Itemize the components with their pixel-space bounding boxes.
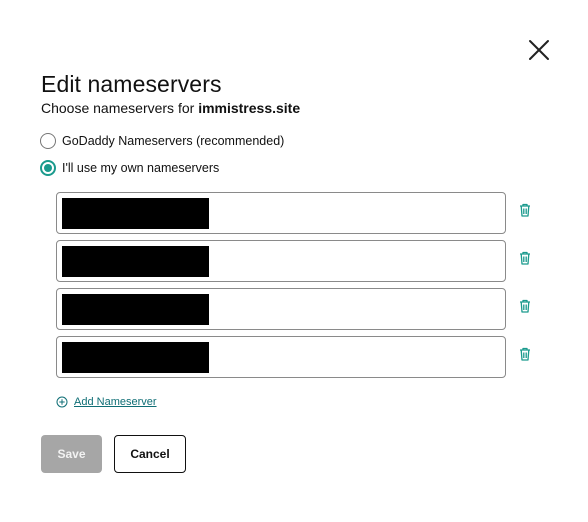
radio-button-unchecked[interactable] bbox=[40, 133, 56, 149]
radio-button-checked[interactable] bbox=[40, 160, 56, 176]
trash-icon[interactable] bbox=[517, 346, 533, 362]
nameserver-field-2[interactable] bbox=[56, 240, 506, 282]
trash-icon[interactable] bbox=[517, 250, 533, 266]
nameserver-field-4[interactable] bbox=[56, 336, 506, 378]
add-nameserver-label: Add Nameserver bbox=[74, 396, 157, 408]
subtitle-prefix: Choose nameservers for bbox=[41, 100, 199, 116]
edit-nameservers-dialog: Edit nameservers Choose nameservers for … bbox=[0, 0, 588, 522]
redacted-value bbox=[62, 342, 209, 373]
trash-icon[interactable] bbox=[517, 298, 533, 314]
redacted-value bbox=[62, 246, 209, 277]
domain-name: immistress.site bbox=[198, 100, 301, 116]
radio-own-nameservers[interactable]: I'll use my own nameservers bbox=[40, 160, 219, 176]
add-nameserver-link[interactable]: Add Nameserver bbox=[56, 396, 157, 408]
nameserver-field-3[interactable] bbox=[56, 288, 506, 330]
cancel-button[interactable]: Cancel bbox=[114, 435, 186, 473]
radio-label-godaddy: GoDaddy Nameservers (recommended) bbox=[62, 134, 285, 148]
dialog-title: Edit nameservers bbox=[41, 71, 222, 97]
redacted-value bbox=[62, 198, 209, 229]
nameserver-field-1[interactable] bbox=[56, 192, 506, 234]
plus-circle-icon bbox=[56, 396, 68, 408]
trash-icon[interactable] bbox=[517, 202, 533, 218]
redacted-value bbox=[62, 294, 209, 325]
radio-godaddy-nameservers[interactable]: GoDaddy Nameservers (recommended) bbox=[40, 133, 284, 149]
radio-label-own: I'll use my own nameservers bbox=[62, 161, 220, 175]
close-icon[interactable] bbox=[526, 37, 552, 63]
dialog-subtitle: Choose nameservers for immistress.site bbox=[41, 100, 300, 116]
save-button[interactable]: Save bbox=[41, 435, 102, 473]
